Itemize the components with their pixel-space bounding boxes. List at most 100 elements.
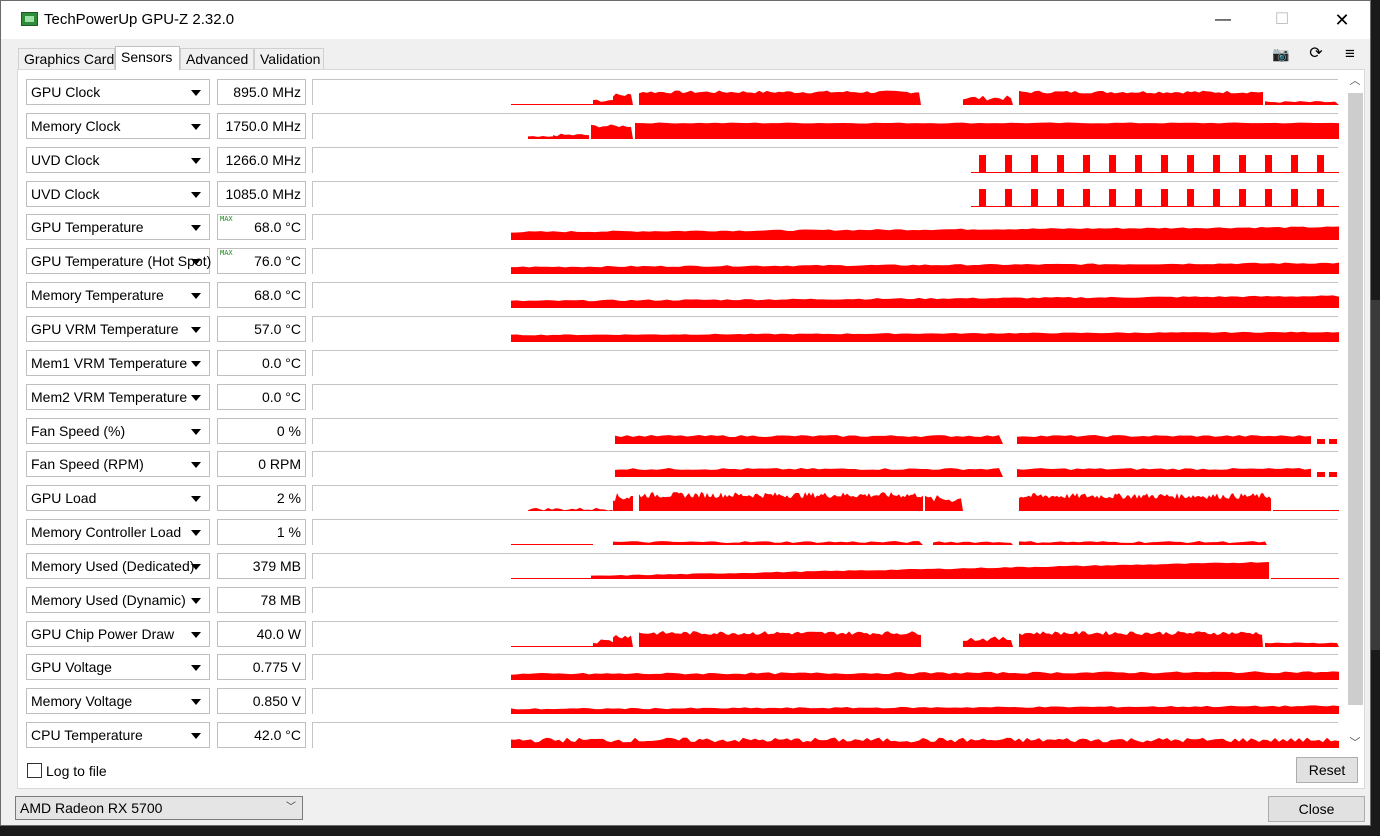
dropdown-arrow-icon[interactable]	[191, 496, 201, 502]
sensor-graph-plot	[615, 435, 1337, 444]
sensor-graph[interactable]	[312, 79, 1339, 105]
minimize-button[interactable]: —	[1200, 1, 1246, 39]
sensor-name: GPU Load	[31, 490, 97, 506]
sensor-name: Memory Clock	[31, 118, 121, 134]
sensor-name-dropdown[interactable]: GPU Voltage	[26, 654, 210, 680]
sensor-value: 1 %	[217, 519, 306, 545]
gpu-select-dropdown[interactable]: AMD Radeon RX 5700 ﹀	[15, 796, 303, 820]
sensor-name-dropdown[interactable]: Mem2 VRM Temperature	[26, 384, 210, 410]
maximize-button[interactable]: ☐	[1259, 1, 1305, 39]
sensor-name-dropdown[interactable]: Memory Temperature	[26, 282, 210, 308]
dropdown-arrow-icon[interactable]	[191, 733, 201, 739]
reset-button[interactable]: Reset	[1296, 757, 1358, 783]
sensor-name: UVD Clock	[31, 186, 100, 202]
dropdown-arrow-icon[interactable]	[191, 530, 201, 536]
sensor-name-dropdown[interactable]: GPU Temperature	[26, 214, 210, 240]
tab-advanced[interactable]: Advanced	[180, 48, 254, 69]
dropdown-arrow-icon[interactable]	[191, 361, 201, 367]
sensor-name-dropdown[interactable]: Fan Speed (%)	[26, 418, 210, 444]
sensor-value-text: 0.775 V	[252, 659, 301, 675]
sensor-name-dropdown[interactable]: Mem1 VRM Temperature	[26, 350, 210, 376]
dropdown-arrow-icon[interactable]	[191, 564, 201, 570]
log-to-file-checkbox[interactable]	[27, 763, 42, 778]
sensor-graph[interactable]	[312, 451, 1338, 477]
sensor-name-dropdown[interactable]: Memory Used (Dynamic)	[26, 587, 210, 613]
sensor-graph[interactable]	[312, 553, 1339, 579]
sensor-value: 0.0 °C	[217, 350, 306, 376]
sensor-graph[interactable]	[312, 350, 1338, 376]
tab-graphics-card[interactable]: Graphics Card	[18, 48, 115, 69]
sensor-graph[interactable]	[312, 688, 1339, 714]
tab-sensors[interactable]: Sensors	[115, 46, 180, 70]
sensor-graph[interactable]	[312, 147, 1339, 173]
sensor-graph[interactable]	[312, 316, 1339, 342]
dropdown-arrow-icon[interactable]	[191, 429, 201, 435]
close-button[interactable]: Close	[1268, 796, 1365, 822]
sensor-name-dropdown[interactable]: GPU VRM Temperature	[26, 316, 210, 342]
dropdown-arrow-icon[interactable]	[191, 225, 201, 231]
gpu-select-value: AMD Radeon RX 5700	[20, 800, 163, 816]
sensor-graph[interactable]	[312, 722, 1339, 748]
dropdown-arrow-icon[interactable]	[191, 259, 201, 265]
dropdown-arrow-icon[interactable]	[191, 665, 201, 671]
sensor-value-text: 379 MB	[252, 558, 301, 574]
sensor-value: 42.0 °C	[217, 722, 306, 748]
tab-validation[interactable]: Validation	[254, 48, 324, 69]
sensor-name-dropdown[interactable]: GPU Clock	[26, 79, 210, 105]
close-window-button[interactable]: ✕	[1319, 1, 1365, 39]
scroll-down-icon[interactable]: ﹀	[1348, 736, 1362, 750]
dropdown-arrow-icon[interactable]	[191, 293, 201, 299]
sensor-graph[interactable]	[312, 485, 1339, 511]
sensor-row: Memory Voltage 0.850 V	[26, 685, 1339, 718]
sensor-graph[interactable]	[312, 214, 1339, 240]
dropdown-arrow-icon[interactable]	[191, 632, 201, 638]
sensor-name: GPU VRM Temperature	[31, 321, 179, 337]
hamburger-menu-icon[interactable]: ≡	[1338, 44, 1362, 64]
sensor-name-dropdown[interactable]: CPU Temperature	[26, 722, 210, 748]
sensor-graph[interactable]	[312, 113, 1339, 139]
sensor-name-dropdown[interactable]: GPU Chip Power Draw	[26, 621, 210, 647]
sensor-graph[interactable]	[312, 519, 1338, 545]
sensor-name-dropdown[interactable]: Fan Speed (RPM)	[26, 451, 210, 477]
dropdown-arrow-icon[interactable]	[191, 395, 201, 401]
sensor-row: GPU Load 2 %	[26, 482, 1339, 515]
sensor-graph-plot	[971, 155, 1339, 173]
dropdown-arrow-icon[interactable]	[191, 699, 201, 705]
sensor-graph-plot	[313, 385, 1339, 410]
dropdown-arrow-icon[interactable]	[191, 598, 201, 604]
sensor-name-dropdown[interactable]: Memory Voltage	[26, 688, 210, 714]
sensor-value: 0 %	[217, 418, 306, 444]
sensor-graph[interactable]	[312, 654, 1339, 680]
vertical-scrollbar[interactable]: ︿ ﹀	[1346, 74, 1364, 750]
sensor-graph[interactable]	[312, 248, 1339, 274]
sensor-graph[interactable]	[312, 181, 1339, 207]
camera-icon[interactable]: 📷	[1269, 44, 1293, 64]
sensor-row: Memory Clock 1750.0 MHz	[26, 110, 1339, 143]
dropdown-arrow-icon[interactable]	[191, 90, 201, 96]
scroll-thumb[interactable]	[1348, 93, 1363, 705]
sensor-graph[interactable]	[312, 621, 1339, 647]
sensor-name-dropdown[interactable]: Memory Controller Load	[26, 519, 210, 545]
scroll-up-icon[interactable]: ︿	[1348, 74, 1362, 88]
sensor-graph-plot	[511, 671, 1339, 680]
title-bar: TechPowerUp GPU-Z 2.32.0 — ☐ ✕	[1, 1, 1370, 39]
sensor-name-dropdown[interactable]: UVD Clock	[26, 181, 210, 207]
sensor-value: 0.850 V	[217, 688, 306, 714]
refresh-icon[interactable]: ⟳	[1304, 44, 1328, 64]
dropdown-arrow-icon[interactable]	[191, 192, 201, 198]
dropdown-arrow-icon[interactable]	[191, 462, 201, 468]
sensor-graph[interactable]	[312, 587, 1338, 613]
sensor-name-dropdown[interactable]: UVD Clock	[26, 147, 210, 173]
dropdown-arrow-icon[interactable]	[191, 158, 201, 164]
sensor-graph[interactable]	[312, 384, 1338, 410]
sensor-value: 0.775 V	[217, 654, 306, 680]
sensor-name-dropdown[interactable]: Memory Clock	[26, 113, 210, 139]
sensor-graph[interactable]	[312, 282, 1339, 308]
sensor-graph[interactable]	[312, 418, 1338, 444]
sensor-name-dropdown[interactable]: GPU Load	[26, 485, 210, 511]
sensor-name-dropdown[interactable]: Memory Used (Dedicated)	[26, 553, 210, 579]
dropdown-arrow-icon[interactable]	[191, 124, 201, 130]
sensor-name-dropdown[interactable]: GPU Temperature (Hot Spot)	[26, 248, 211, 274]
sensor-graph-plot	[313, 351, 1339, 376]
dropdown-arrow-icon[interactable]	[191, 327, 201, 333]
